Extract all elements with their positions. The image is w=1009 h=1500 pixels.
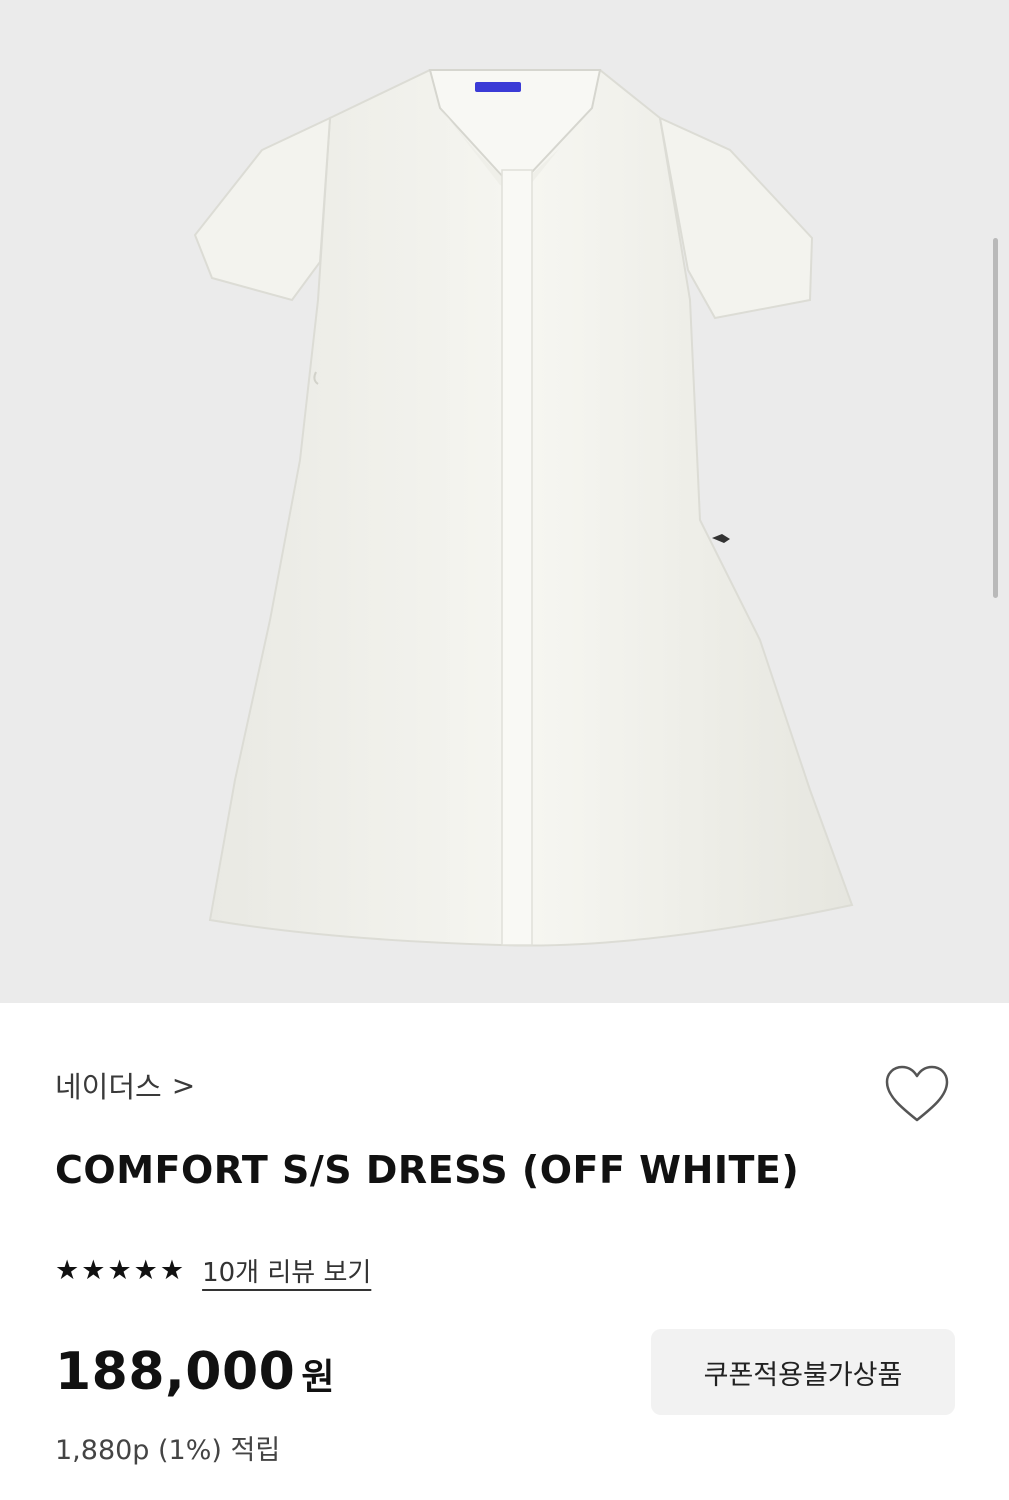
heart-outline-icon bbox=[885, 1065, 949, 1122]
star-icon: ★ bbox=[133, 1255, 158, 1286]
star-rating: ★ ★ ★ ★ ★ bbox=[55, 1257, 184, 1284]
page-scrollbar[interactable] bbox=[993, 238, 998, 598]
review-link[interactable]: 10개 리뷰 보기 bbox=[202, 1252, 371, 1289]
chevron-right-icon: > bbox=[171, 1068, 196, 1102]
star-icon: ★ bbox=[159, 1255, 185, 1286]
reward-points: 1,880p (1%) 적립 bbox=[55, 1435, 281, 1466]
star-icon: ★ bbox=[81, 1255, 106, 1286]
brand-name: 네이더스 bbox=[55, 1070, 162, 1104]
price-currency: 원 bbox=[301, 1357, 335, 1398]
brand-link[interactable]: 네이더스 > bbox=[55, 1064, 195, 1106]
product-image bbox=[0, 0, 1009, 1003]
price: 188,000 원 bbox=[55, 1342, 334, 1402]
product-title: COMFORT S/S DRESS (OFF WHITE) bbox=[55, 1148, 800, 1192]
dress-illustration bbox=[193, 69, 854, 947]
coupon-unavailable-badge: 쿠폰적용불가상품 bbox=[651, 1329, 955, 1415]
wishlist-button[interactable] bbox=[882, 1062, 952, 1126]
price-amount: 188,000 bbox=[55, 1342, 296, 1402]
star-icon: ★ bbox=[55, 1255, 80, 1286]
rating-row: ★ ★ ★ ★ ★ 10개 리뷰 보기 bbox=[55, 1252, 371, 1289]
star-icon: ★ bbox=[107, 1255, 132, 1286]
